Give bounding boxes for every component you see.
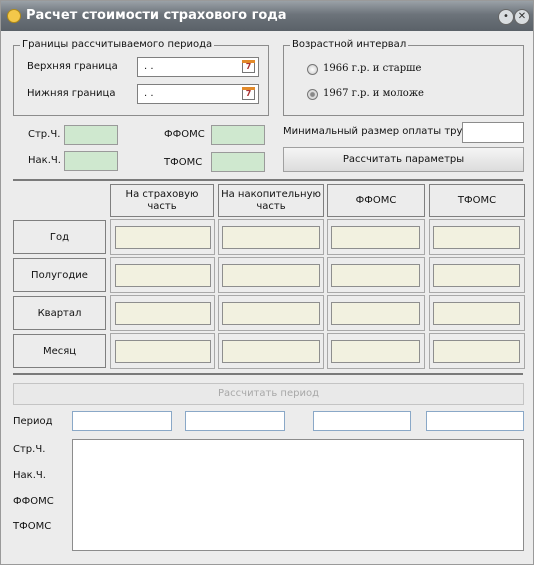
year-accumulative-field[interactable] [222, 226, 320, 249]
period-input-1[interactable] [72, 411, 172, 431]
half-year-ffoms-field[interactable] [331, 264, 420, 287]
period-input-3[interactable] [313, 411, 411, 431]
year-insurance-field[interactable] [115, 226, 211, 249]
column-header-insurance: На страховую часть [110, 184, 214, 217]
calculate-parameters-button[interactable]: Рассчитать параметры [283, 147, 524, 172]
calendar-icon[interactable]: 7 [242, 60, 255, 73]
lower-bound-date-field[interactable]: . . 7 [137, 84, 259, 104]
ffoms-param-label: ФФОМС [164, 129, 205, 140]
calendar-icon[interactable]: 7 [242, 87, 255, 100]
month-accumulative-field[interactable] [222, 340, 320, 363]
half-year-tfoms-field[interactable] [433, 264, 520, 287]
minimize-icon[interactable]: • [498, 9, 514, 25]
column-header-tfoms: ТФОМС [429, 184, 525, 217]
row-label-month: Месяц [13, 334, 106, 368]
result-nak-label: Нак.Ч. [13, 470, 46, 481]
period-group: Границы рассчитываемого периода [13, 39, 269, 116]
ffoms-param-field[interactable] [211, 125, 265, 145]
str-param-field[interactable] [64, 125, 118, 145]
period-label: Период [13, 416, 53, 427]
result-tfoms-label: ТФОМС [13, 521, 52, 532]
period-group-legend: Границы рассчитываемого периода [20, 39, 215, 50]
upper-bound-value: . . [144, 61, 154, 72]
age-interval-group: Возрастной интервал [283, 39, 524, 116]
main-window: Расчет стоимости страхового года • ✕ Гра… [0, 0, 534, 565]
radio-1966-older[interactable] [307, 64, 318, 75]
str-param-label: Стр.Ч. [28, 129, 61, 140]
separator [13, 179, 523, 181]
month-insurance-field[interactable] [115, 340, 211, 363]
age-interval-legend: Возрастной интервал [290, 39, 409, 50]
upper-bound-date-field[interactable]: . . 7 [137, 57, 259, 77]
min-wage-field[interactable] [462, 122, 524, 143]
upper-bound-label: Верхняя граница [27, 61, 118, 72]
radio-1967-younger[interactable] [307, 89, 318, 100]
radio-1966-label: 1966 г.р. и старше [323, 63, 422, 74]
quarter-insurance-field[interactable] [115, 302, 211, 325]
radio-1967-label: 1967 г.р. и моложе [323, 88, 424, 99]
app-icon [7, 9, 21, 23]
period-input-4[interactable] [426, 411, 524, 431]
separator [13, 373, 523, 375]
column-header-accumulative: На накопительную часть [218, 184, 324, 217]
half-year-accumulative-field[interactable] [222, 264, 320, 287]
tfoms-param-field[interactable] [211, 152, 265, 172]
row-label-year: Год [13, 220, 106, 254]
month-ffoms-field[interactable] [331, 340, 420, 363]
close-icon[interactable]: ✕ [514, 9, 530, 25]
column-header-ffoms: ФФОМС [327, 184, 425, 217]
window-title: Расчет стоимости страхового года [26, 8, 287, 23]
row-label-quarter: Квартал [13, 296, 106, 330]
nak-param-field[interactable] [64, 151, 118, 171]
period-input-2[interactable] [185, 411, 285, 431]
nak-param-label: Нак.Ч. [28, 155, 61, 166]
lower-bound-label: Нижняя граница [27, 88, 116, 99]
calculate-period-button[interactable]: Рассчитать период [13, 383, 524, 405]
lower-bound-value: . . [144, 88, 154, 99]
row-label-half-year: Полугодие [13, 258, 106, 292]
quarter-tfoms-field[interactable] [433, 302, 520, 325]
quarter-ffoms-field[interactable] [331, 302, 420, 325]
min-wage-label: Минимальный размер оплаты труда [283, 126, 476, 137]
title-bar: Расчет стоимости страхового года • ✕ [1, 1, 533, 31]
year-ffoms-field[interactable] [331, 226, 420, 249]
month-tfoms-field[interactable] [433, 340, 520, 363]
results-area[interactable] [72, 439, 524, 551]
tfoms-param-label: ТФОМС [164, 157, 203, 168]
result-str-label: Стр.Ч. [13, 444, 46, 455]
year-tfoms-field[interactable] [433, 226, 520, 249]
result-ffoms-label: ФФОМС [13, 496, 54, 507]
half-year-insurance-field[interactable] [115, 264, 211, 287]
quarter-accumulative-field[interactable] [222, 302, 320, 325]
